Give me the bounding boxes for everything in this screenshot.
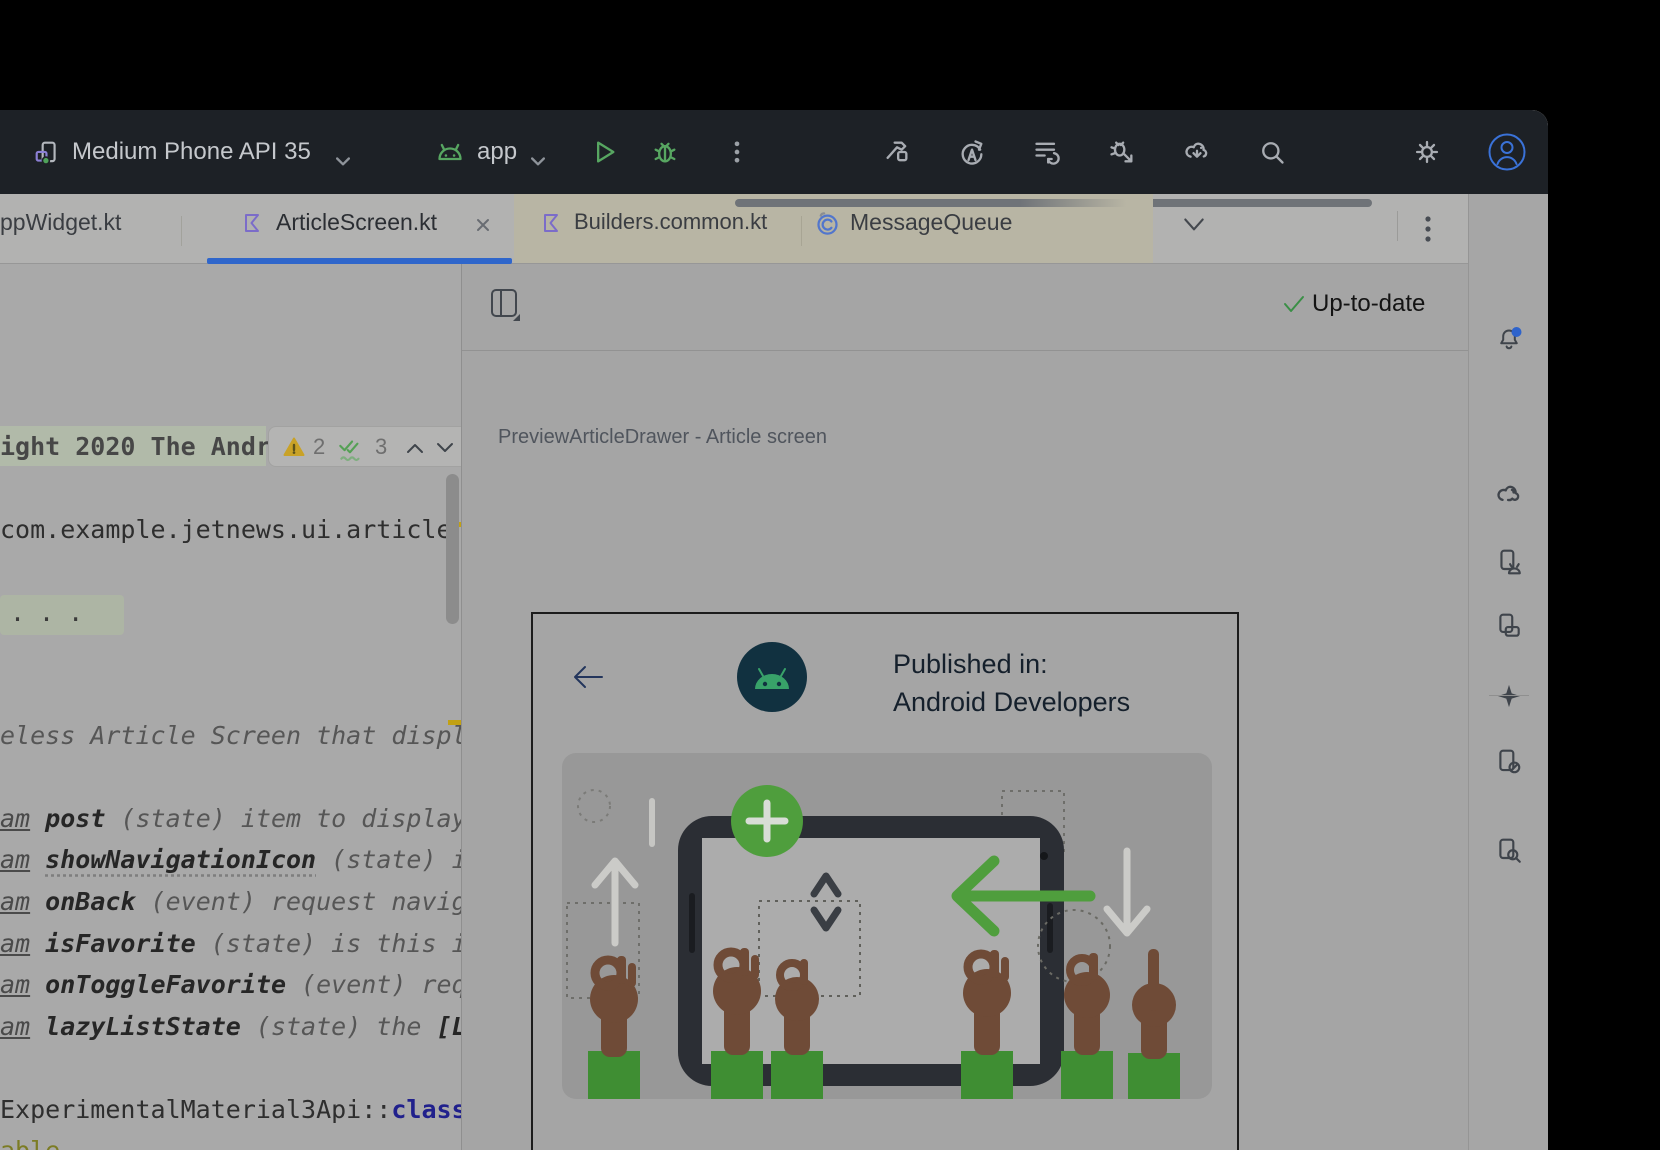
kotlin-file-icon (240, 211, 264, 235)
article-hero-image (562, 753, 1212, 1099)
gradle-sync-icon[interactable] (1183, 138, 1211, 166)
run-button[interactable] (590, 138, 618, 166)
checks-passed-icon[interactable] (337, 433, 365, 463)
article-preview-card[interactable]: Published in: Android Developers (531, 612, 1239, 1150)
attach-debugger-icon[interactable] (1108, 138, 1136, 166)
code-line: ExperimentalMaterial3Api::class) (0, 1095, 462, 1125)
main-toolbar: Medium Phone API 35 app (0, 110, 1548, 194)
tab-messagequeue[interactable]: MessageQueue (850, 209, 1012, 236)
right-tool-stripe (1468, 194, 1548, 1150)
stripe-divider (1489, 695, 1529, 696)
device-mirroring-icon[interactable] (1495, 748, 1523, 776)
preview-status: Up-to-date (1312, 290, 1425, 318)
passed-count[interactable]: 3 (375, 434, 387, 460)
switch-layout-icon[interactable] (489, 287, 523, 323)
notifications-bell-icon[interactable] (1495, 326, 1523, 354)
code-line: eless Article Screen that displa (0, 721, 462, 751)
gemini-spark-icon[interactable] (1495, 682, 1523, 710)
class-file-icon (814, 210, 841, 237)
status-text: Up-to-date (1312, 290, 1425, 317)
next-issue-chevron-icon[interactable] (433, 437, 457, 459)
code-line: ight 2020 The Andr (0, 432, 271, 462)
code-line: am post (state) item to display (0, 804, 462, 834)
warning-icon[interactable] (282, 435, 306, 459)
compose-preview-pane: Up-to-date PreviewArticleDrawer - Articl… (462, 264, 1468, 1150)
tab-label-fade (1020, 195, 1153, 262)
tab-divider (801, 216, 802, 246)
code-line: am isFavorite (state) is this it (0, 929, 462, 959)
code-line: am lazyListState (state) the [La (0, 1012, 462, 1042)
android-head-icon (436, 139, 464, 165)
search-icon[interactable] (1258, 138, 1286, 166)
publisher-logo (736, 641, 808, 713)
code-line: am onBack (event) request naviga (0, 887, 462, 917)
fold-ellipsis[interactable]: ... (10, 595, 97, 631)
check-icon (1282, 292, 1306, 316)
kotlin-file-icon (539, 211, 563, 235)
back-arrow-icon[interactable] (568, 659, 608, 695)
apply-changes-icon[interactable] (958, 138, 986, 166)
publisher-name: Android Developers (893, 683, 1130, 721)
tab-divider (181, 216, 182, 246)
running-devices-icon[interactable] (1495, 548, 1523, 576)
screenshot-stage: Medium Phone API 35 app (0, 0, 1660, 1150)
apply-code-changes-icon[interactable] (1033, 138, 1061, 166)
toolbar-divider (1397, 211, 1398, 241)
preview-toolbar: Up-to-date (462, 264, 1468, 351)
tab-builders-common[interactable]: Builders.common.kt (574, 209, 767, 235)
tab-options-kebab[interactable] (1417, 206, 1439, 252)
tab-appwidget[interactable]: ppWidget.kt (0, 209, 121, 236)
close-icon[interactable] (474, 216, 492, 234)
build-hammer-icon[interactable] (883, 138, 911, 166)
editor-tab-bar: ppWidget.kt ArticleScreen.kt Builders.co… (0, 194, 1468, 264)
code-line: able (0, 1136, 60, 1150)
inspections-widget[interactable]: 2 3 (268, 426, 462, 467)
code-editor-pane[interactable]: ight 2020 The Andr com.example.jetnews.ui… (0, 264, 462, 1150)
published-in-label: Published in: (893, 645, 1048, 683)
tab-articlescreen[interactable]: ArticleScreen.kt (276, 209, 437, 236)
device-icon (34, 140, 60, 166)
folded-region-chip[interactable]: ... (0, 595, 124, 635)
run-configuration[interactable]: app (477, 137, 517, 167)
article-title-line1: From Java (634, 1132, 945, 1150)
device-manager-icon[interactable] (1495, 612, 1523, 640)
warning-count[interactable]: 2 (313, 434, 325, 460)
more-options-kebab[interactable] (723, 138, 751, 166)
profile-avatar[interactable] (1487, 132, 1527, 172)
preview-title[interactable]: PreviewArticleDrawer - Article screen (498, 426, 827, 449)
chevron-down-icon[interactable] (336, 157, 350, 167)
hidden-tabs-chevron-icon[interactable] (1181, 215, 1207, 235)
device-selector[interactable]: Medium Phone API 35 (72, 137, 311, 167)
editor-scrollbar[interactable] (446, 474, 459, 624)
chevron-down-icon[interactable] (531, 157, 545, 167)
settings-gear-icon[interactable] (1413, 138, 1441, 166)
warning-stripe-mark[interactable] (448, 720, 462, 725)
code-line: com.example.jetnews.ui.article (0, 515, 452, 545)
code-line: am showNavigationIcon (state) i (0, 845, 462, 875)
ide-window: Medium Phone API 35 app (0, 110, 1548, 1150)
prev-issue-chevron-icon[interactable] (403, 437, 427, 459)
device-explorer-icon[interactable] (1495, 837, 1523, 865)
code-line: am onToggleFavorite (event) requ (0, 970, 462, 1000)
gradle-elephant-icon[interactable] (1495, 480, 1523, 508)
debug-button[interactable] (651, 138, 679, 166)
